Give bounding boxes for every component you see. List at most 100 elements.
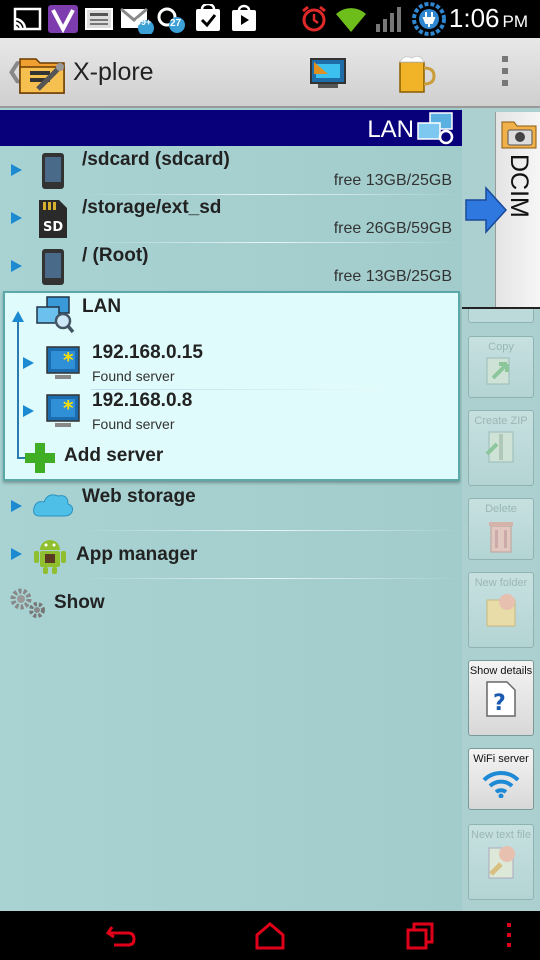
trash-icon (489, 522, 513, 553)
new-folder-icon (486, 594, 516, 627)
recent-apps-icon[interactable] (404, 921, 436, 951)
delete-label: Delete (485, 503, 517, 515)
wifi-server-button[interactable]: WiFi server (468, 748, 534, 810)
server-status: Found server (92, 368, 175, 384)
expand-arrow-icon[interactable] (11, 164, 22, 176)
expand-arrow-icon[interactable] (23, 405, 34, 417)
add-server-row[interactable]: Add server (5, 439, 458, 479)
copy-label: Copy (488, 341, 514, 353)
overflow-menu-icon[interactable] (502, 56, 510, 92)
wifi-server-label: WiFi server (473, 753, 529, 765)
expand-arrow-icon[interactable] (11, 500, 22, 512)
storage-name: /storage/ext_sd (82, 197, 222, 218)
wifi-server-icon (482, 770, 520, 798)
clock-time: 1:06 (448, 3, 500, 33)
delete-button[interactable]: Delete (468, 498, 534, 560)
server-ip: 192.168.0.15 (92, 342, 203, 363)
tasks-icon (196, 4, 220, 31)
collapse-arrow-icon[interactable] (12, 311, 24, 322)
server-status: Found server (92, 416, 175, 432)
zip-icon (485, 431, 514, 463)
storage-free: free 26GB/59GB (333, 220, 452, 237)
clock-ampm: PM (502, 12, 529, 31)
web-storage-label: Web storage (82, 486, 196, 507)
storage-row-root[interactable]: / (Root) free 13GB/25GB (0, 242, 462, 290)
app-manager-row[interactable]: App manager (0, 530, 462, 578)
storage-row-sdcard[interactable]: /sdcard (sdcard) free 13GB/25GB (0, 146, 462, 194)
web-storage-row[interactable]: Web storage (0, 482, 462, 530)
create-zip-button[interactable]: Create ZIP (468, 410, 534, 486)
left-pane-header[interactable]: LAN (0, 110, 462, 146)
copy-button[interactable]: Copy (468, 336, 534, 398)
status-bar: 99+ 27 1:06 PM (0, 0, 540, 38)
phone-icon (42, 153, 64, 189)
home-icon[interactable] (254, 921, 286, 951)
news-icon (85, 8, 113, 30)
server-row[interactable]: * 192.168.0.8 Found server (5, 389, 458, 437)
svg-text:SD: SD (43, 220, 63, 235)
server-ip: 192.168.0.8 (92, 390, 193, 411)
storage-free: free 13GB/25GB (333, 172, 452, 189)
navigation-bar (0, 911, 540, 960)
expand-arrow-icon[interactable] (23, 357, 34, 369)
alarm-icon (302, 5, 326, 32)
server-computer-icon: * (46, 346, 80, 379)
file-browser: LAN /sdcard (sdcard) free 13GB/25GB SD /… (0, 108, 540, 911)
scroll-stub (468, 309, 534, 323)
show-details-label: Show details (469, 665, 533, 677)
mail-badge: 99+ (136, 17, 152, 27)
app-bar: ❮ X-plore (0, 38, 540, 108)
svg-text:?: ? (493, 691, 506, 716)
create-zip-label: Create ZIP (474, 415, 528, 427)
lan-icon (36, 296, 75, 334)
cloud-icon (33, 494, 73, 517)
gears-icon (10, 588, 45, 618)
expand-arrow-icon[interactable] (11, 260, 22, 272)
new-folder-button[interactable]: New folder (468, 572, 534, 648)
switch-pane-arrow-icon[interactable] (464, 186, 508, 234)
overflow-icon[interactable] (503, 921, 515, 951)
show-label: Show (54, 592, 105, 613)
beer-donate-icon[interactable] (394, 50, 438, 98)
plus-icon (25, 443, 55, 473)
show-details-button[interactable]: Show details ? (468, 660, 534, 736)
new-text-file-icon (488, 846, 515, 879)
add-server-label: Add server (64, 445, 164, 466)
new-text-file-button[interactable]: New text file (468, 824, 534, 900)
expand-arrow-icon[interactable] (11, 212, 22, 224)
server-row[interactable]: * 192.168.0.15 Found server (5, 341, 458, 389)
svg-text:*: * (63, 396, 74, 420)
dual-pane-icon[interactable] (308, 50, 352, 94)
cast-icon (13, 7, 42, 31)
storage-row-ext-sd[interactable]: SD /storage/ext_sd free 26GB/59GB (0, 194, 462, 242)
lan-section: LAN * 192.168.0.15 Found server * 192.16… (3, 291, 460, 481)
right-pane: DCIM Copy Create ZIP Delete New folder S… (462, 108, 540, 911)
right-pane-title: DCIM (505, 154, 533, 218)
chat-badge: 27 (170, 18, 182, 29)
camera-folder-icon (501, 121, 537, 149)
svg-text:*: * (63, 348, 74, 372)
new-folder-label: New folder (474, 577, 528, 589)
lan-row[interactable]: LAN (5, 293, 458, 341)
wifi-icon (336, 8, 366, 32)
details-icon: ? (486, 681, 516, 717)
lan-label: LAN (82, 296, 122, 317)
left-pane-title: LAN (367, 116, 414, 143)
battery-charging-icon (412, 2, 446, 36)
server-computer-icon: * (46, 394, 80, 427)
signal-icon (376, 7, 401, 32)
app-manager-label: App manager (76, 544, 198, 565)
back-icon[interactable] (104, 921, 138, 951)
copy-icon (486, 357, 510, 385)
play-store-icon (232, 4, 256, 31)
storage-free: free 13GB/25GB (333, 268, 452, 285)
app-logo-icon[interactable] (18, 49, 66, 97)
storage-name: /sdcard (sdcard) (82, 149, 230, 170)
show-row[interactable]: Show (0, 578, 462, 626)
clock: 1:06 PM (449, 3, 528, 34)
expand-arrow-icon[interactable] (11, 548, 22, 560)
android-icon (34, 540, 66, 574)
viber-icon (48, 5, 78, 33)
storage-name: / (Root) (82, 245, 149, 266)
lan-header-icon (417, 112, 454, 145)
